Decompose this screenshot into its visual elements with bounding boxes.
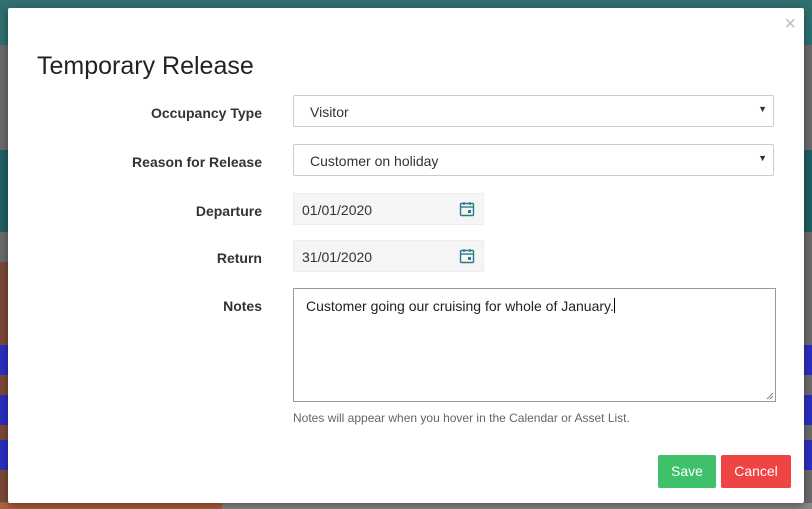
notes-textarea[interactable]: Customer going our cruising for whole of… xyxy=(293,288,776,402)
calendar-icon[interactable] xyxy=(459,201,475,217)
save-button[interactable]: Save xyxy=(658,455,716,488)
calendar-icon[interactable] xyxy=(459,248,475,264)
temporary-release-modal: × Temporary Release Occupancy Type Visit… xyxy=(8,8,804,503)
background-right-block xyxy=(804,395,812,425)
close-icon[interactable]: × xyxy=(784,14,796,34)
modal-title: Temporary Release xyxy=(37,52,254,80)
background-left-block xyxy=(0,345,8,375)
background-right-block xyxy=(804,345,812,375)
background-left-block xyxy=(0,440,8,470)
notes-text: Customer going our cruising for whole of… xyxy=(306,298,614,314)
occupancy-type-value: Visitor xyxy=(310,104,349,120)
occupancy-type-label: Occupancy Type xyxy=(150,105,262,121)
occupancy-type-select[interactable]: Visitor ▼ xyxy=(293,95,774,127)
departure-date-input[interactable]: 01/01/2020 xyxy=(293,193,484,225)
chevron-down-icon: ▼ xyxy=(758,153,767,163)
chevron-down-icon: ▼ xyxy=(758,104,767,114)
resize-handle-icon[interactable] xyxy=(766,392,774,400)
notes-value: Customer going our cruising for whole of… xyxy=(306,298,615,314)
text-cursor xyxy=(613,298,615,313)
return-date-input[interactable]: 31/01/2020 xyxy=(293,240,484,272)
cancel-button[interactable]: Cancel xyxy=(721,455,791,488)
departure-date-value: 01/01/2020 xyxy=(302,202,373,218)
return-date-value: 31/01/2020 xyxy=(302,249,373,265)
background-footer-accent xyxy=(0,503,222,509)
reason-for-release-label: Reason for Release xyxy=(132,154,262,170)
reason-for-release-select[interactable]: Customer on holiday ▼ xyxy=(293,144,774,176)
departure-label: Departure xyxy=(195,203,262,219)
return-label: Return xyxy=(216,250,262,266)
reason-for-release-value: Customer on holiday xyxy=(310,153,439,169)
background-right-block xyxy=(804,440,812,470)
background-left-block xyxy=(0,395,8,425)
notes-help-text: Notes will appear when you hover in the … xyxy=(293,411,630,425)
notes-label: Notes xyxy=(223,298,262,314)
